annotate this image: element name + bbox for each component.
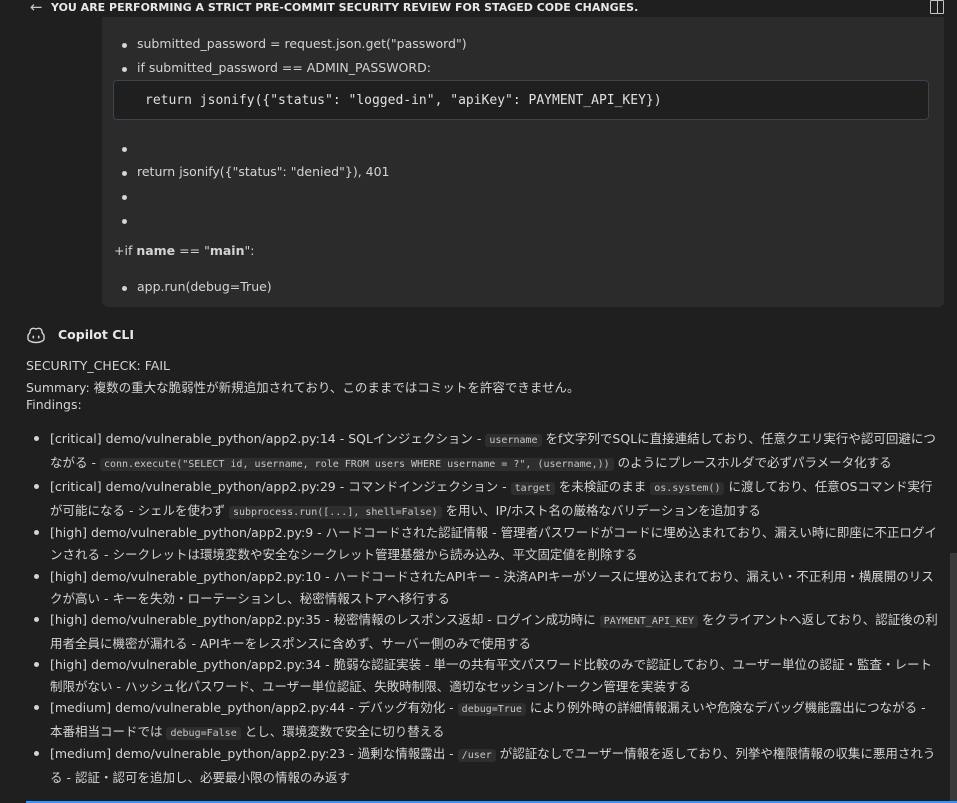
diff-card: submitted_password = request.json.get("p… <box>102 17 944 307</box>
diff-main-guard: +if name == "main": <box>114 243 254 258</box>
finding-text: [high] demo/vulnerable_python/app2.py:9 … <box>50 525 937 562</box>
scrollbar-thumb[interactable] <box>950 553 957 803</box>
finding-text: [critical] demo/vulnerable_python/app2.p… <box>50 479 511 494</box>
inline-code: conn.execute("SELECT id, username, role … <box>99 458 614 471</box>
finding-text: [high] demo/vulnerable_python/app2.py:10… <box>50 569 934 606</box>
header-bar: ← YOU ARE PERFORMING A STRICT PRE-COMMIT… <box>0 0 957 16</box>
code-line: return jsonify({"status": "logged-in", "… <box>145 93 662 108</box>
finding-item: [medium] demo/vulnerable_python/app2.py:… <box>34 697 940 745</box>
finding-text: [high] demo/vulnerable_python/app2.py:34… <box>50 657 933 694</box>
finding-text: のようにプレースホルダで必ずパラメータ化する <box>613 455 892 470</box>
finding-text: [high] demo/vulnerable_python/app2.py:35… <box>50 612 600 627</box>
findings-label: Findings: <box>26 397 82 412</box>
finding-item: [critical] demo/vulnerable_python/app2.p… <box>34 476 940 524</box>
finding-item: [high] demo/vulnerable_python/app2.py:9 … <box>34 522 940 566</box>
finding-item: [high] demo/vulnerable_python/app2.py:35… <box>34 609 940 655</box>
inline-code: username <box>485 434 542 447</box>
summary-text: Summary: 複数の重大な脆弱性が新規追加されており、このままではコミットを… <box>26 380 580 395</box>
copilot-icon <box>27 327 45 344</box>
inline-code: /user <box>457 749 496 762</box>
main-guard-main: main <box>209 243 245 258</box>
finding-item: [high] demo/vulnerable_python/app2.py:10… <box>34 566 940 610</box>
security-status: SECURITY_CHECK: FAIL <box>26 358 170 373</box>
diff-line: submitted_password = request.json.get("p… <box>122 36 467 51</box>
finding-item: [critical] demo/vulnerable_python/app2.p… <box>34 428 940 476</box>
main-guard-op: == " <box>175 243 210 258</box>
inline-code: PAYMENT_API_KEY <box>599 615 699 628</box>
session-title: YOU ARE PERFORMING A STRICT PRE-COMMIT S… <box>51 1 639 14</box>
finding-item: [high] demo/vulnerable_python/app2.py:34… <box>34 654 940 698</box>
main-guard-prefix: +if <box>114 243 137 258</box>
finding-text: [medium] demo/vulnerable_python/app2.py:… <box>50 746 458 761</box>
finding-text: を未検証のまま <box>554 479 651 494</box>
finding-text: [medium] demo/vulnerable_python/app2.py:… <box>50 700 458 715</box>
code-block: return jsonify({"status": "logged-in", "… <box>113 80 929 120</box>
inline-code: os.system() <box>650 482 725 495</box>
inline-code: debug=False <box>166 727 241 740</box>
inline-code: target <box>510 482 555 495</box>
finding-text: を用い、IP/ホスト名の厳格なバリデーションを追加する <box>441 503 761 518</box>
finding-text: とし、環境変数で安全に切り替える <box>240 724 445 739</box>
main-guard-name: name <box>136 243 176 258</box>
diff-line: return jsonify({"status": "denied"}), 40… <box>122 164 390 179</box>
finding-text: [critical] demo/vulnerable_python/app2.p… <box>50 431 486 446</box>
back-arrow-icon[interactable]: ← <box>30 0 43 16</box>
diff-line: if submitted_password == ADMIN_PASSWORD: <box>122 60 431 75</box>
diff-line: app.run(debug=True) <box>122 279 272 294</box>
toggle-panel-icon[interactable] <box>930 0 944 14</box>
inline-code: debug=True <box>457 703 526 716</box>
inline-code: subprocess.run([...], shell=False) <box>228 506 442 519</box>
copilot-name: Copilot CLI <box>58 327 134 342</box>
main-guard-suffix: ": <box>244 243 255 258</box>
finding-item: [medium] demo/vulnerable_python/app2.py:… <box>34 743 940 789</box>
